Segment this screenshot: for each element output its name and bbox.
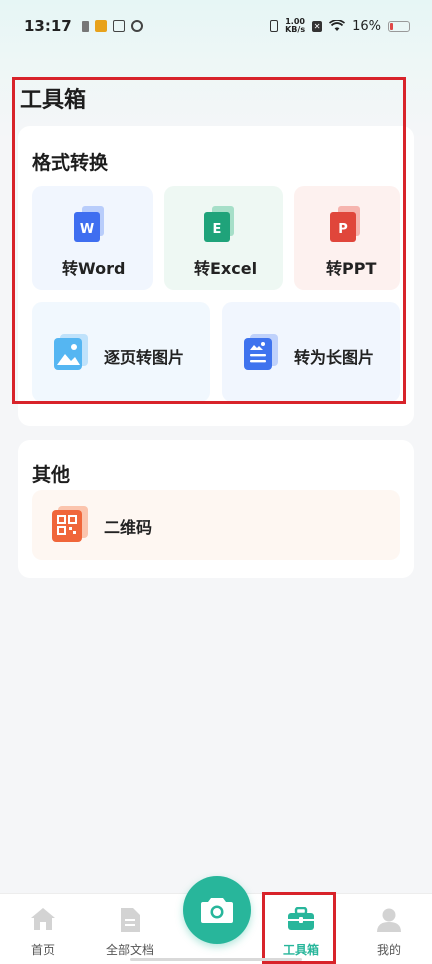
- qrcode-icon: [52, 506, 88, 542]
- other-card: 其他 二维码: [18, 440, 414, 578]
- convert-ppt-label: 转PPT: [326, 259, 377, 278]
- nav-item-all-documents[interactable]: 全部文档: [94, 894, 166, 964]
- sim-card-icon: [81, 20, 89, 32]
- convert-word-label: 转Word: [62, 259, 126, 278]
- nav-item-home[interactable]: 首页: [8, 894, 78, 964]
- network-speed: 1.00 KB/s: [285, 18, 305, 34]
- ppt-icon: P: [330, 206, 360, 242]
- convert-ppt-tile[interactable]: P 转PPT: [294, 186, 400, 290]
- nav-label-home: 首页: [30, 943, 55, 957]
- home-indicator: [130, 958, 302, 961]
- page-title: 工具箱: [20, 88, 87, 113]
- qrcode-label: 二维码: [104, 518, 153, 537]
- page-to-image-label: 逐页转图片: [104, 348, 185, 367]
- ppt-icon-letter: P: [338, 222, 348, 237]
- nav-label-all-documents: 全部文档: [105, 943, 154, 957]
- wifi-icon: [329, 20, 346, 31]
- mail-notification-icon: [112, 20, 125, 32]
- format-conversion-card: 格式转换 W 转Word E 转Excel P 转PPT 逐页转图片 转为长图片: [18, 126, 414, 426]
- battery-percent: 16%: [352, 18, 381, 34]
- user-icon: [377, 908, 401, 932]
- qrcode-tile[interactable]: 二维码: [32, 490, 400, 560]
- no-sim-icon: ✕: [312, 20, 323, 32]
- network-speed-unit: KB/s: [285, 25, 306, 34]
- page-to-image-tile[interactable]: 逐页转图片: [32, 302, 210, 402]
- home-icon: [31, 908, 55, 930]
- other-section-title: 其他: [32, 464, 71, 486]
- status-time: 13:17: [24, 17, 72, 35]
- convert-excel-label: 转Excel: [194, 259, 258, 278]
- camera-icon: [201, 898, 233, 923]
- word-icon-letter: W: [80, 222, 94, 237]
- convert-excel-tile[interactable]: E 转Excel: [164, 186, 283, 290]
- toolbox-icon: [288, 907, 314, 930]
- nav-item-toolbox[interactable]: 工具箱: [266, 894, 336, 964]
- camera-button[interactable]: [183, 876, 251, 944]
- format-section-title: 格式转换: [32, 152, 109, 174]
- nav-item-mine[interactable]: 我的: [354, 894, 424, 964]
- document-icon: [121, 908, 140, 932]
- app-notification-icon: [94, 20, 107, 32]
- long-image-label: 转为长图片: [294, 348, 375, 367]
- battery-icon: [388, 20, 410, 32]
- status-bar: 13:17 1.00 KB/s ✕ 16%: [0, 0, 432, 52]
- sync-notification-icon: [130, 20, 143, 32]
- image-icon: [54, 334, 88, 370]
- vibrate-icon: [270, 20, 279, 32]
- long-image-tile[interactable]: 转为长图片: [222, 302, 400, 402]
- nav-label-mine: 我的: [376, 943, 401, 957]
- excel-icon: E: [204, 206, 234, 242]
- convert-word-tile[interactable]: W 转Word: [32, 186, 153, 290]
- excel-icon-letter: E: [213, 222, 222, 237]
- nav-label-toolbox: 工具箱: [282, 943, 319, 957]
- word-icon: W: [74, 206, 104, 242]
- long-image-icon: [244, 334, 278, 370]
